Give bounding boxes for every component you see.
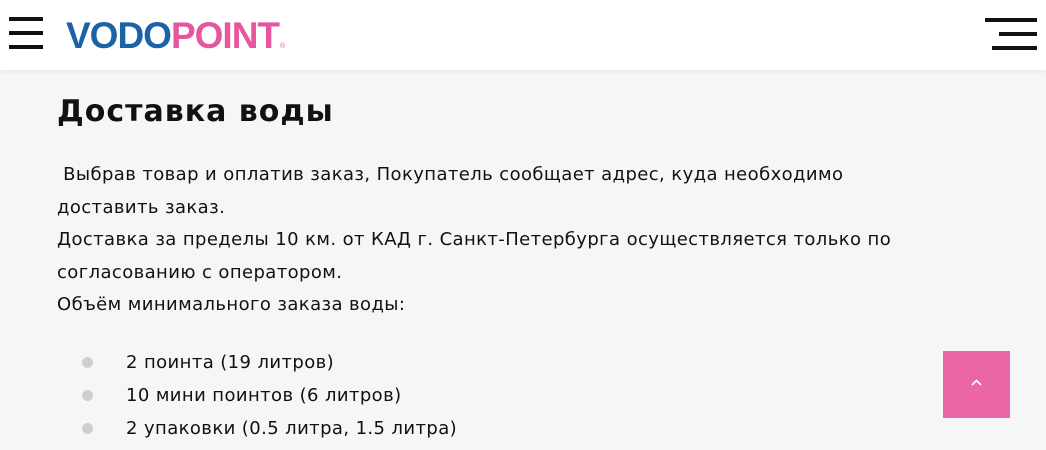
site-header: VODOPOINT® xyxy=(0,0,1046,70)
page-title: Доставка воды xyxy=(57,94,334,129)
main-content: Доставка воды Выбрав товар и оплатив зак… xyxy=(57,90,937,322)
bullet-icon xyxy=(82,423,93,434)
list-item-text: 2 поинта (19 литров) xyxy=(126,352,335,373)
delivery-description: Выбрав товар и оплатив заказ, Покупатель… xyxy=(57,159,937,322)
registered-mark: ® xyxy=(280,43,285,50)
paragraph-3: Объём минимального заказа воды: xyxy=(57,294,406,315)
scroll-to-top-button[interactable] xyxy=(943,351,1010,418)
minimum-order-list: 2 поинта (19 литров) 10 мини поинтов (6 … xyxy=(82,346,457,445)
logo-text-point: POINT xyxy=(170,15,280,56)
list-item: 2 упаковки (0.5 литра, 1.5 литра) xyxy=(82,412,457,445)
list-item-text: 10 мини поинтов (6 литров) xyxy=(126,385,402,406)
site-logo[interactable]: VODOPOINT® xyxy=(66,13,285,70)
paragraph-2: Доставка за пределы 10 км. от КАД г. Сан… xyxy=(57,229,892,283)
bullet-icon xyxy=(82,390,93,401)
paragraph-1: Выбрав товар и оплатив заказ, Покупатель… xyxy=(57,164,850,218)
logo-text-vodo: VODO xyxy=(66,15,172,56)
bullet-icon xyxy=(82,357,93,368)
list-item: 10 мини поинтов (6 литров) xyxy=(82,379,457,412)
list-item: 2 поинта (19 литров) xyxy=(82,346,457,379)
list-item-text: 2 упаковки (0.5 литра, 1.5 литра) xyxy=(126,418,458,439)
hamburger-menu-icon[interactable] xyxy=(9,17,45,51)
menu-lines-icon[interactable] xyxy=(985,18,1037,52)
chevron-up-icon xyxy=(971,379,982,386)
